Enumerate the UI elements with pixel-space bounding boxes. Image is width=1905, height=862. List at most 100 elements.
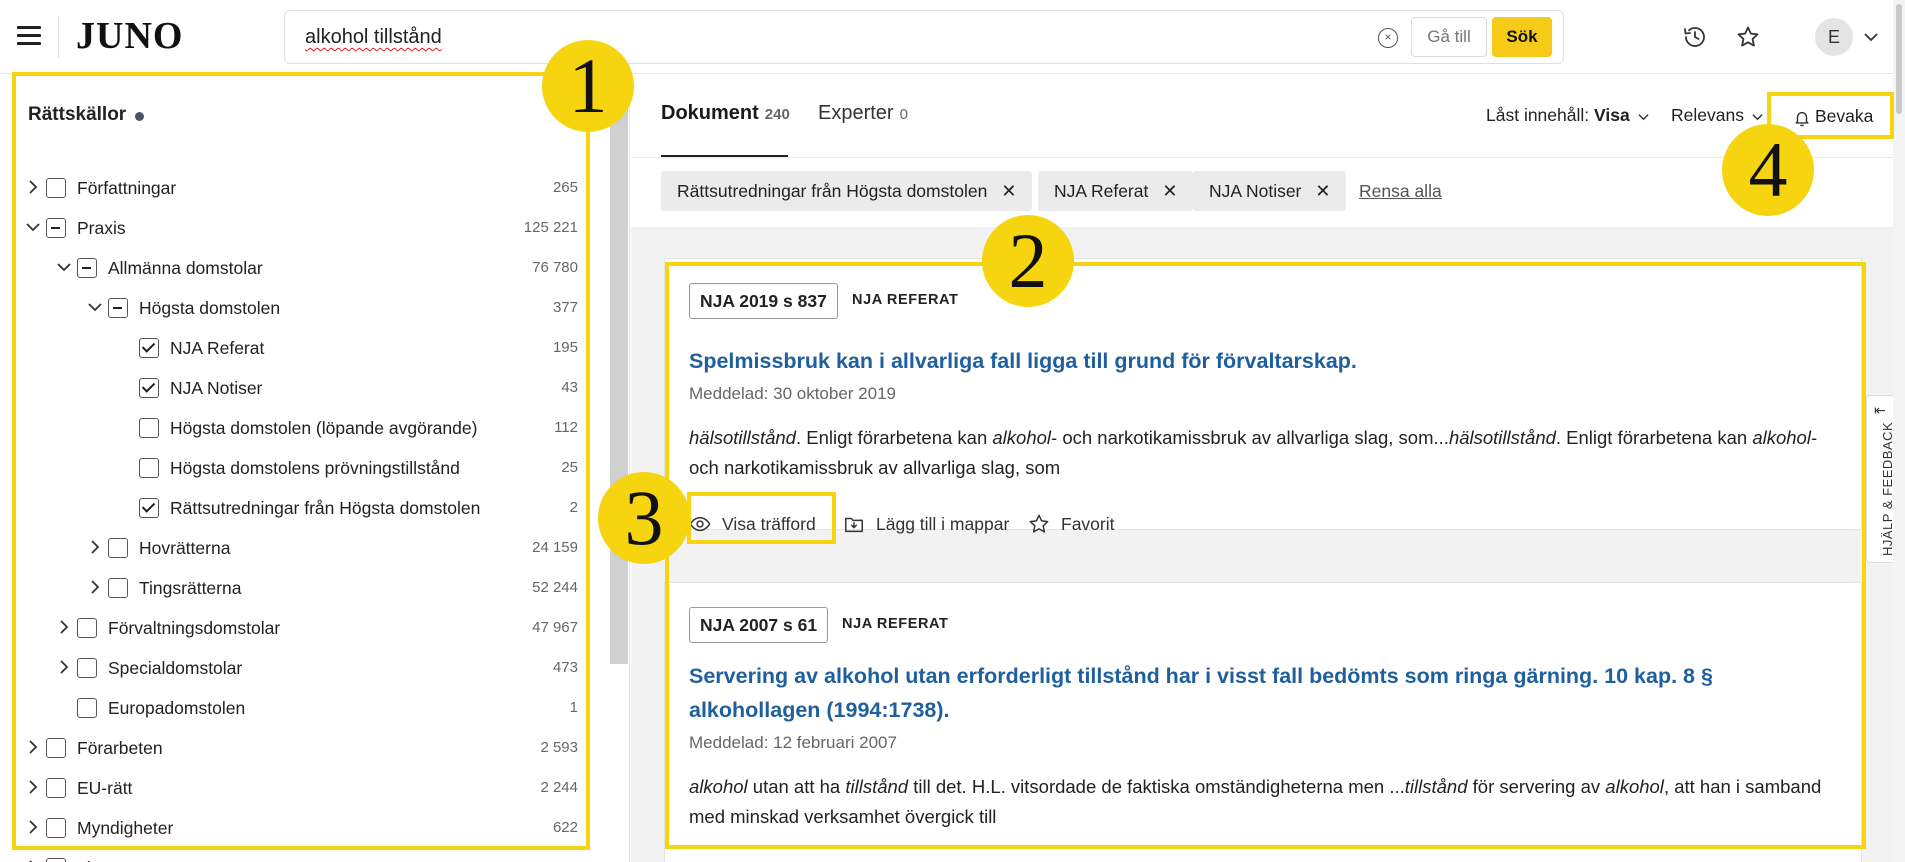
favorite-button[interactable]: Favorit <box>1028 509 1128 541</box>
checkbox[interactable] <box>77 258 97 278</box>
sidebar-item-label: Tingsrätterna <box>139 578 242 598</box>
snippet-text: . Enligt förarbetena kan <box>795 427 993 448</box>
add-to-folder-button[interactable]: Lägg till i mappar <box>843 509 1013 541</box>
chevron-right-icon[interactable] <box>26 740 40 754</box>
chevron-right-icon[interactable] <box>57 660 71 674</box>
sidebar-item[interactable]: Myndigheter 622 <box>0 808 578 848</box>
sidebar-item[interactable]: Europadomstolen 1 <box>0 688 578 728</box>
sidebar-item[interactable]: Högsta domstolen 377 <box>0 288 578 328</box>
sidebar-item-count: 377 <box>552 299 578 316</box>
chevron-right-icon[interactable] <box>26 780 40 794</box>
sidebar-item[interactable]: Specialdomstolar 473 <box>0 648 578 688</box>
chevron-down-icon[interactable] <box>57 260 71 274</box>
sidebar-item-count: 47 967 <box>532 619 578 636</box>
search-input[interactable]: alkohol tillstånd × Gå till Sök <box>284 10 1564 64</box>
annotation-marker-3: 3 <box>598 472 690 564</box>
result-date: Meddelad: 30 oktober 2019 <box>689 384 896 403</box>
sidebar-item[interactable]: Högsta domstolens prövningstillstånd 25 <box>0 448 578 488</box>
sort-label: Relevans <box>1671 105 1744 125</box>
sidebar-item[interactable]: Förarbeten 2 593 <box>0 728 578 768</box>
checkbox[interactable] <box>77 658 97 678</box>
chevron-down-icon[interactable] <box>1863 29 1879 45</box>
user-avatar[interactable]: E <box>1815 18 1853 56</box>
checkbox[interactable] <box>46 178 66 198</box>
favorites-star-icon[interactable] <box>1736 25 1760 49</box>
sidebar-item-count: 112 <box>554 419 578 436</box>
filter-chip[interactable]: NJA Referat ✕ <box>1038 171 1194 211</box>
remove-filter-icon[interactable]: ✕ <box>1001 181 1016 201</box>
sidebar-item[interactable]: EU-rätt 2 244 <box>0 768 578 808</box>
sort-dropdown[interactable]: Relevans <box>1671 105 1763 126</box>
search-query-text[interactable]: alkohol tillstånd <box>305 26 442 49</box>
chevron-right-icon[interactable] <box>88 540 102 554</box>
sidebar-item[interactable]: NJA Notiser 43 <box>0 368 578 408</box>
checkbox[interactable] <box>46 218 66 238</box>
show-hits-button[interactable]: Visa träfford <box>689 509 829 541</box>
sidebar-item[interactable]: Förvaltningsdomstolar 47 967 <box>0 608 578 648</box>
chevron-right-icon[interactable] <box>88 580 102 594</box>
watch-label: Bevaka <box>1815 106 1874 126</box>
sidebar-item[interactable]: Allmänna domstolar 76 780 <box>0 248 578 288</box>
goto-button[interactable]: Gå till <box>1411 17 1487 57</box>
checkbox[interactable] <box>108 538 128 558</box>
logo[interactable]: JUNO <box>76 14 183 58</box>
chevron-down-icon[interactable] <box>88 300 102 314</box>
sidebar-scrollbar[interactable] <box>610 104 628 664</box>
tab-documents[interactable]: Dokument 240 <box>661 102 790 125</box>
star-icon <box>1029 514 1049 533</box>
checkbox[interactable] <box>139 378 159 398</box>
checkbox[interactable] <box>139 338 159 358</box>
history-icon[interactable] <box>1683 25 1707 49</box>
checkbox[interactable] <box>46 858 66 862</box>
bell-icon <box>1795 111 1809 127</box>
checkbox[interactable] <box>77 618 97 638</box>
sidebar-item[interactable]: Hovrätterna 24 159 <box>0 528 578 568</box>
sidebar-item[interactable]: Rättsutredningar från Högsta domstolen 2 <box>0 488 578 528</box>
checkbox[interactable] <box>108 578 128 598</box>
result-title-link[interactable]: Servering av alkohol utan erforderligt t… <box>689 659 1839 727</box>
checkbox[interactable] <box>139 418 159 438</box>
chevron-right-icon[interactable] <box>57 620 71 634</box>
sidebar-title: Rättskällor <box>28 104 127 125</box>
result-title-link[interactable]: Spelmissbruk kan i allvarliga fall ligga… <box>689 344 1839 378</box>
sidebar-item[interactable]: Författningar 265 <box>0 168 578 208</box>
tab-experts[interactable]: Experter 0 <box>818 102 908 125</box>
help-feedback-tab[interactable]: ⇤ HJÄLP & FEEDBACK <box>1866 395 1895 563</box>
sidebar-item-count: 125 221 <box>523 219 578 236</box>
sidebar-item[interactable]: NJA Referat 195 <box>0 328 578 368</box>
checkbox[interactable] <box>139 498 159 518</box>
checkbox[interactable] <box>77 698 97 718</box>
checkbox[interactable] <box>46 778 66 798</box>
sidebar-item[interactable]: Praxis 125 221 <box>0 208 578 248</box>
checkbox[interactable] <box>46 738 66 758</box>
menu-icon[interactable] <box>17 26 41 48</box>
sidebar-item[interactable]: Tingsrätterna 52 244 <box>0 568 578 608</box>
chevron-right-icon[interactable] <box>26 180 40 194</box>
sidebar-item-count: 622 <box>552 819 578 836</box>
highlighted-term: alkohol <box>1605 776 1664 797</box>
results-header: Dokument 240 Experter 0 Låst innehåll: Vis… <box>631 74 1893 227</box>
favorite-label: Favorit <box>1061 514 1115 534</box>
chevron-right-icon[interactable] <box>26 820 40 834</box>
sidebar-item-count: 2 244 <box>540 779 578 796</box>
clear-search-icon[interactable]: × <box>1378 28 1398 48</box>
locked-content-dropdown[interactable]: Låst innehåll: Visa <box>1486 105 1649 126</box>
highlighted-term: alkohol <box>689 776 748 797</box>
add-to-folder-label: Lägg till i mappar <box>876 514 1010 534</box>
sidebar-item[interactable]: Högsta domstolen (löpande avgörande) 112 <box>0 408 578 448</box>
sidebar-item-label: Förvaltningsdomstolar <box>108 618 281 638</box>
remove-filter-icon[interactable]: ✕ <box>1315 181 1330 201</box>
search-button[interactable]: Sök <box>1492 17 1552 57</box>
clear-all-filters-link[interactable]: Rensa alla <box>1359 181 1442 202</box>
citation-badge: NJA 2019 s 837 <box>689 283 838 319</box>
remove-filter-icon[interactable]: ✕ <box>1162 181 1177 201</box>
sources-sidebar: Rättskällor Författningar 265 Praxis 125 22… <box>0 74 630 862</box>
sidebar-item[interactable]: Litteratur720 <box>0 848 578 862</box>
chevron-down-icon[interactable] <box>26 220 40 234</box>
checkbox[interactable] <box>139 458 159 478</box>
filter-chip[interactable]: NJA Notiser ✕ <box>1193 171 1347 211</box>
checkbox[interactable] <box>108 298 128 318</box>
sidebar-item-label: Myndigheter <box>77 818 174 838</box>
checkbox[interactable] <box>46 818 66 838</box>
filter-chip[interactable]: Rättsutredningar från Högsta domstolen ✕ <box>661 171 1033 211</box>
